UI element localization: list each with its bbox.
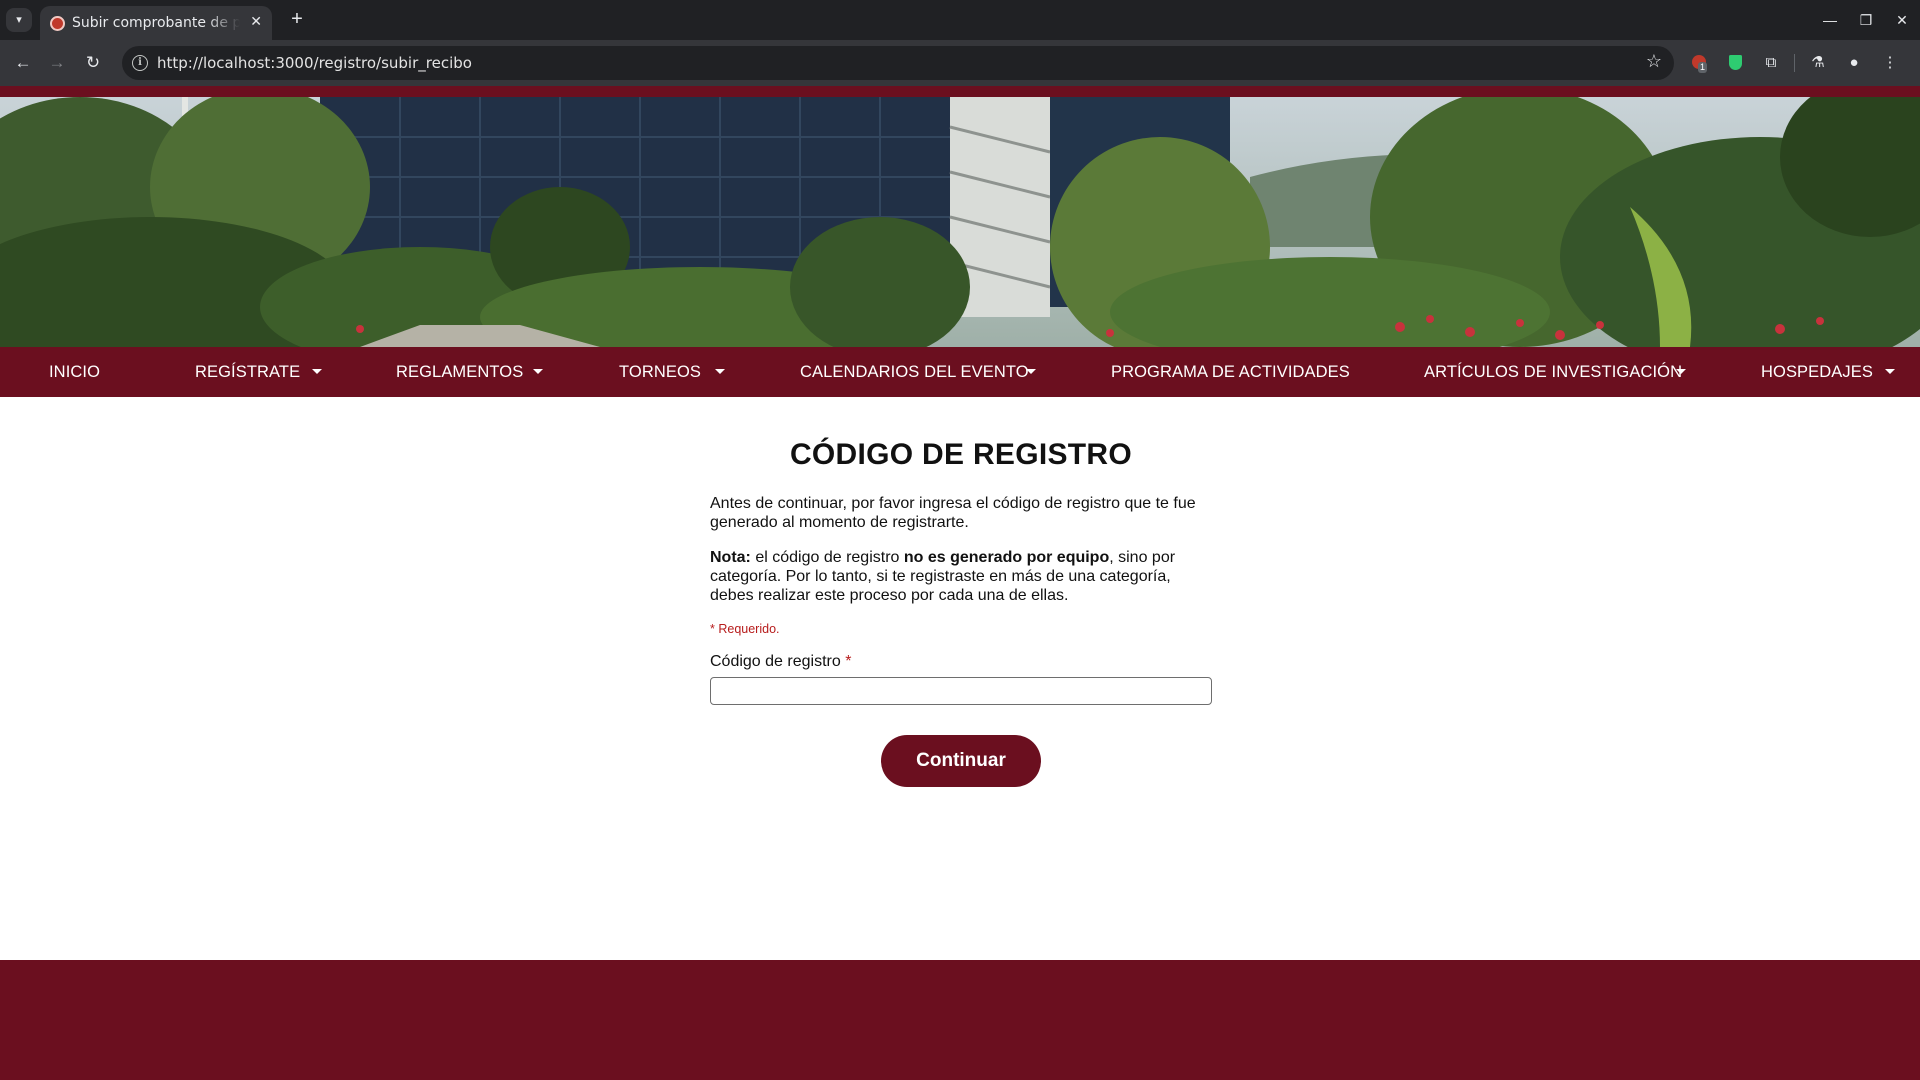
minimize-icon[interactable]: — xyxy=(1812,0,1848,40)
url-text[interactable]: http://localhost:3000/registro/subir_rec… xyxy=(157,54,472,72)
page-footer xyxy=(0,960,1920,1080)
required-hint: * Requerido. xyxy=(710,622,780,636)
menu-icon[interactable]: ⋮ xyxy=(1877,50,1903,76)
caret-down-icon[interactable] xyxy=(1885,369,1895,374)
toolbar-divider xyxy=(1794,54,1795,72)
caret-down-icon[interactable] xyxy=(1026,369,1036,374)
web-page: INICIO REGÍSTRATE REGLAMENTOS TORNEOS CA… xyxy=(0,86,1920,1080)
nav-item-calendarios[interactable]: CALENDARIOS DEL EVENTO xyxy=(800,347,1029,397)
forward-icon: → xyxy=(48,53,66,72)
page-title: CÓDIGO DE REGISTRO xyxy=(789,438,1133,471)
note-emphasis: no es generado por equipo xyxy=(903,549,1110,566)
note-text: Nota: el código de registro no es genera… xyxy=(710,548,1212,605)
tab-title: Subir comprobante de pago xyxy=(72,15,240,31)
nav-item-programa[interactable]: PROGRAMA DE ACTIVIDADES xyxy=(1111,347,1350,397)
nav-item-inicio[interactable]: INICIO xyxy=(49,347,100,397)
tab-search-icon[interactable]: ▾ xyxy=(6,8,32,32)
shield-icon[interactable] xyxy=(1722,50,1748,76)
extension-area: 1 ⧉ ⚗ ● ⋮ xyxy=(1686,50,1903,76)
note-label: Nota: xyxy=(710,549,751,566)
submit-wrapper: Continuar xyxy=(710,735,1212,787)
profile-icon[interactable]: ● xyxy=(1841,50,1867,76)
extension-icon[interactable]: 1 xyxy=(1686,50,1712,76)
nav-item-articulos[interactable]: ARTÍCULOS DE INVESTIGACIÓN xyxy=(1424,347,1682,397)
caret-down-icon[interactable] xyxy=(1676,369,1686,374)
address-bar[interactable]: i http://localhost:3000/registro/subir_r… xyxy=(122,46,1674,80)
restore-icon[interactable]: ❐ xyxy=(1848,0,1884,40)
continue-button[interactable]: Continuar xyxy=(881,735,1041,787)
main-navigation: INICIO REGÍSTRATE REGLAMENTOS TORNEOS CA… xyxy=(0,347,1920,397)
required-mark: * xyxy=(845,653,852,670)
nav-item-torneos[interactable]: TORNEOS xyxy=(619,347,701,397)
window-close-icon[interactable]: ✕ xyxy=(1884,0,1920,40)
nav-item-hospedajes[interactable]: HOSPEDAJES xyxy=(1761,347,1873,397)
browser-tab-bar: ▾ Subir comprobante de pago ✕ + — ❐ ✕ xyxy=(0,0,1920,40)
lab-icon[interactable]: ⚗ xyxy=(1805,50,1831,76)
nav-item-registrate[interactable]: REGÍSTRATE xyxy=(195,347,300,397)
extension-badge: 1 xyxy=(1698,62,1708,73)
close-icon[interactable]: ✕ xyxy=(250,13,262,30)
browser-tab[interactable]: Subir comprobante de pago ✕ xyxy=(40,6,272,40)
window-controls: — ❐ ✕ xyxy=(1812,0,1920,40)
back-icon[interactable]: ← xyxy=(10,50,36,76)
registration-code-label-text: Código de registro xyxy=(710,653,841,670)
note-part1: el código de registro xyxy=(750,549,904,566)
info-icon[interactable]: i xyxy=(132,55,148,71)
browser-toolbar: ← → ↻ i http://localhost:3000/registro/s… xyxy=(0,40,1920,86)
reload-icon[interactable]: ↻ xyxy=(80,50,106,76)
star-icon[interactable]: ☆ xyxy=(1646,51,1662,72)
favicon-icon xyxy=(50,16,65,31)
nav-item-reglamentos[interactable]: REGLAMENTOS xyxy=(396,347,523,397)
registration-code-input[interactable] xyxy=(710,677,1212,705)
caret-down-icon[interactable] xyxy=(715,369,725,374)
registration-code-label: Código de registro * xyxy=(710,653,1212,671)
hero-image xyxy=(0,97,1920,347)
registration-code-form: CÓDIGO DE REGISTRO Antes de continuar, p… xyxy=(710,438,1212,787)
caret-down-icon[interactable] xyxy=(312,369,322,374)
caret-down-icon[interactable] xyxy=(533,369,543,374)
intro-text: Antes de continuar, por favor ingresa el… xyxy=(710,495,1196,531)
top-stripe xyxy=(0,86,1920,97)
plus-icon[interactable]: + xyxy=(284,7,310,33)
puzzle-icon[interactable]: ⧉ xyxy=(1758,50,1784,76)
